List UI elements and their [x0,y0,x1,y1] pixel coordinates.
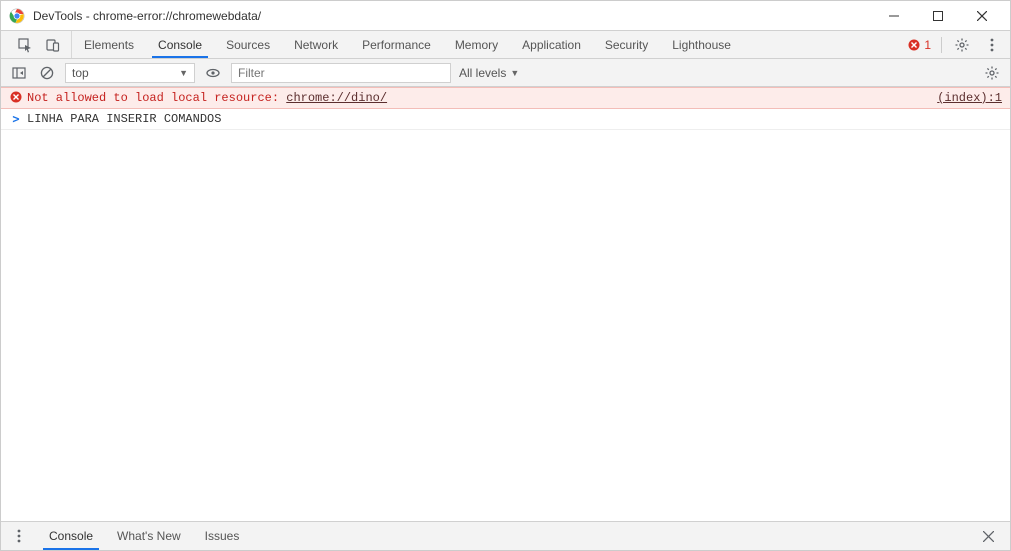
main-tabbar: ElementsConsoleSourcesNetworkPerformance… [1,31,1010,59]
drawer-tab-what-s-new[interactable]: What's New [105,522,193,550]
tab-performance[interactable]: Performance [350,31,443,58]
drawer-tab-issues[interactable]: Issues [193,522,252,550]
inspect-icon[interactable] [15,35,35,55]
error-count: 1 [924,38,931,52]
console-input-row[interactable]: > LINHA PARA INSERIR COMANDOS [1,109,1010,130]
tab-memory[interactable]: Memory [443,31,510,58]
tab-elements[interactable]: Elements [72,31,146,58]
console-settings-gear-icon[interactable] [982,63,1002,83]
error-source-link[interactable]: (index):1 [937,91,1002,105]
settings-gear-icon[interactable] [952,35,972,55]
minimize-button[interactable] [872,2,916,30]
window-title: DevTools - chrome-error://chromewebdata/ [33,9,261,23]
log-levels-selector[interactable]: All levels ▼ [459,66,519,80]
error-icon [9,91,23,103]
drawer-close-icon[interactable] [978,526,998,546]
error-icon [908,39,920,51]
device-toggle-icon[interactable] [43,35,63,55]
tab-sources[interactable]: Sources [214,31,282,58]
chevron-down-icon: ▼ [179,68,188,78]
more-menu-icon[interactable] [982,35,1002,55]
console-error-row[interactable]: Not allowed to load local resource: chro… [1,87,1010,109]
log-levels-label: All levels [459,66,506,80]
tab-lighthouse[interactable]: Lighthouse [660,31,743,58]
separator [941,37,942,53]
clear-console-icon[interactable] [37,63,57,83]
prompt-chevron-icon: > [9,112,23,126]
console-log-pane[interactable]: Not allowed to load local resource: chro… [1,87,1010,521]
tab-console[interactable]: Console [146,31,214,58]
chevron-down-icon: ▼ [510,68,519,78]
chrome-icon [9,8,25,24]
tab-security[interactable]: Security [593,31,660,58]
drawer-more-menu-icon[interactable] [9,526,29,546]
console-toolbar: top ▼ All levels ▼ [1,59,1010,87]
close-button[interactable] [960,2,1004,30]
error-resource-link[interactable]: chrome://dino/ [286,91,387,105]
console-input-text[interactable]: LINHA PARA INSERIR COMANDOS [27,112,1002,126]
tab-network[interactable]: Network [282,31,350,58]
context-selector[interactable]: top ▼ [65,63,195,83]
maximize-button[interactable] [916,2,960,30]
window-titlebar: DevTools - chrome-error://chromewebdata/ [1,1,1010,31]
tab-application[interactable]: Application [510,31,593,58]
error-count-badge[interactable]: 1 [908,38,931,52]
drawer-tab-console[interactable]: Console [37,522,105,550]
live-expression-icon[interactable] [203,63,223,83]
error-message: Not allowed to load local resource: chro… [27,91,925,105]
console-sidebar-toggle-icon[interactable] [9,63,29,83]
drawer-tabbar: ConsoleWhat's NewIssues [1,521,1010,550]
filter-input[interactable] [231,63,451,83]
context-value: top [72,66,89,80]
